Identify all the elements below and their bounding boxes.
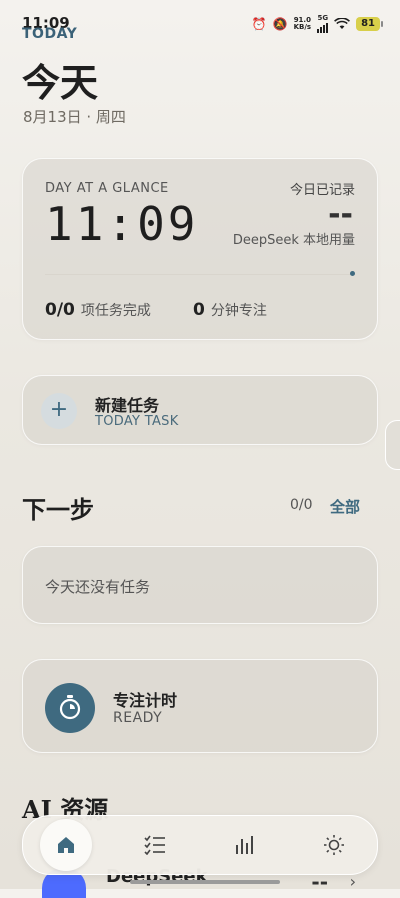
focus-minutes-label: 分钟专注 <box>210 303 267 319</box>
plus-icon: + <box>41 393 77 429</box>
recorded-label: 今日已记录 <box>289 183 355 198</box>
nav-home[interactable] <box>40 819 92 871</box>
day-at-a-glance-card: DAY AT A GLANCE 11:09 今日已记录 -- DeepSeek … <box>22 158 378 340</box>
wifi-icon <box>334 18 351 29</box>
page-date: 8月13日 · 周四 <box>23 108 126 126</box>
new-task-title: 新建任务 <box>95 396 160 415</box>
net-speed-unit: KB/s <box>293 23 312 31</box>
focus-timer-status: READY <box>113 710 163 726</box>
sun-icon <box>324 835 344 855</box>
nav-stats[interactable] <box>219 819 271 871</box>
day-progress-dot <box>350 271 355 276</box>
network-type: 5G <box>317 14 329 22</box>
side-drawer-handle[interactable] <box>385 420 400 470</box>
empty-tasks-text: 今天还没有任务 <box>45 578 151 596</box>
day-progress-track <box>45 274 355 275</box>
net-speed: 91.0 KB/s <box>294 17 311 31</box>
home-indicator <box>130 880 280 884</box>
tasks-complete-label: 项任务完成 <box>80 303 151 319</box>
stopwatch-icon <box>45 683 95 733</box>
page-title: 今天 <box>22 60 99 105</box>
alarm-icon: ⏰ <box>251 17 267 31</box>
nav-settings[interactable] <box>308 819 360 871</box>
focus-timer-title: 专注计时 <box>113 691 178 710</box>
signal-icon: 5G <box>317 14 329 33</box>
header-overlay-label: TODAY <box>22 26 78 42</box>
empty-tasks-card: 今天还没有任务 <box>22 546 378 624</box>
glance-time: 11:09 <box>45 197 199 251</box>
home-icon <box>58 837 74 853</box>
new-task-subtitle: TODAY TASK <box>95 414 179 429</box>
tasks-complete-stat: 0/0 项任务完成 <box>45 300 151 320</box>
deepseek-usage-label: DeepSeek 本地用量 <box>232 233 355 248</box>
focus-minutes-stat: 0 分钟专注 <box>193 300 267 320</box>
next-step-count: 0/0 <box>290 497 313 513</box>
nav-tasks[interactable] <box>129 819 181 871</box>
recorded-value: -- <box>328 197 353 232</box>
checklist-icon <box>144 835 165 855</box>
focus-timer-card[interactable]: 专注计时 READY <box>22 659 378 753</box>
status-bar: 11:09 TODAY ⏰ 🔕 91.0 KB/s 5G 81 <box>0 0 400 42</box>
focus-minutes-value: 0 <box>193 300 205 320</box>
status-icons: ⏰ 🔕 91.0 KB/s 5G 81 <box>251 14 383 33</box>
glance-label: DAY AT A GLANCE <box>45 181 169 196</box>
mute-icon: 🔕 <box>272 17 288 31</box>
view-all-link[interactable]: 全部 <box>330 496 360 517</box>
battery-icon: 81 <box>356 17 383 31</box>
bar-chart-icon <box>236 836 253 854</box>
tasks-complete-value: 0/0 <box>45 300 75 320</box>
next-step-title: 下一步 <box>22 495 94 524</box>
new-task-button[interactable]: + 新建任务 TODAY TASK <box>22 375 378 445</box>
bottom-nav <box>22 815 378 875</box>
